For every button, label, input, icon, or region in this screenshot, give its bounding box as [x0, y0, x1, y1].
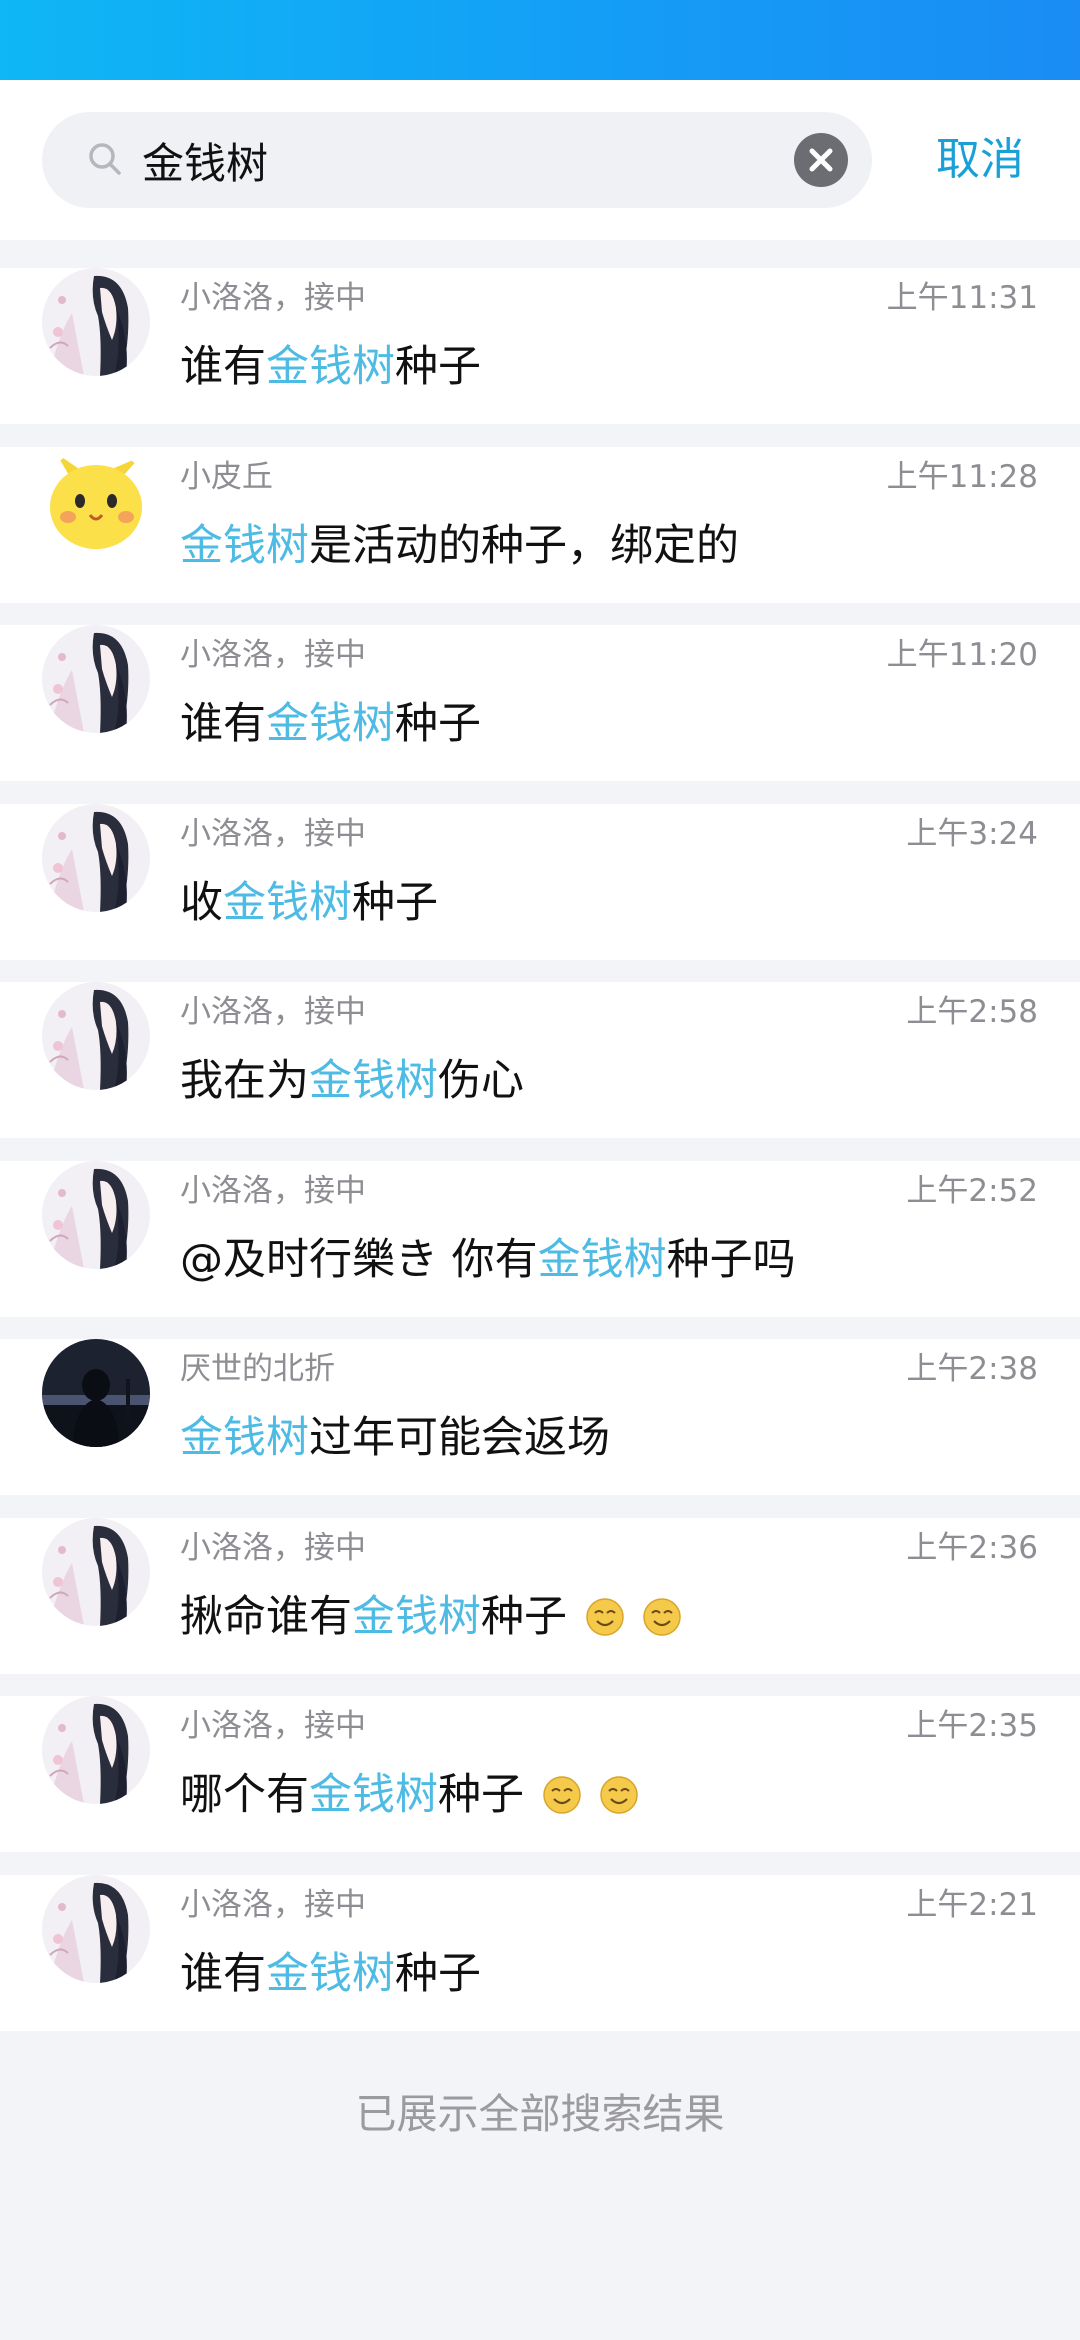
smile-emoji-icon — [585, 1597, 624, 1636]
sender-name: 小洛洛，接中 — [180, 994, 366, 1030]
sender-name: 小皮丘 — [180, 458, 273, 495]
message-text: 金钱树过年可能会返场 — [180, 1403, 610, 1465]
message-time: 上午11:28 — [886, 458, 1038, 495]
keyword-highlight: 金钱树 — [352, 1591, 481, 1642]
message-text-after-match: 种子 — [395, 1948, 481, 1999]
message-text-before-match: @及时行樂き 你有 — [180, 1234, 538, 1285]
search-result-item[interactable]: 小皮丘 上午11:28 金钱树是活动的种子，绑定的 — [0, 446, 1080, 603]
sender-name: 小洛洛，接中 — [180, 1529, 366, 1566]
smile-emoji-icon — [542, 1776, 581, 1814]
search-result-item[interactable]: 小洛洛，接中 上午2:21 谁有金钱树种子 — [0, 1874, 1080, 2031]
search-result-item[interactable]: 小洛洛，接中 上午3:24 收金钱树种子 — [0, 803, 1080, 960]
sender-name: 小洛洛，接中 — [180, 1172, 366, 1209]
message-text-after-match: 过年可能会返场 — [309, 1413, 610, 1463]
sender-name: 小洛洛，接中 — [180, 1708, 366, 1744]
search-result-item[interactable]: 小洛洛，接中 上午2:35 哪个有金钱树种子 — [0, 1696, 1080, 1852]
message-time: 上午2:35 — [906, 1708, 1038, 1744]
anime-girl-avatar[interactable] — [42, 625, 150, 733]
search-result-item[interactable]: 小洛洛，接中 上午2:52 @及时行樂き 你有金钱树种子吗 — [0, 1160, 1080, 1317]
sender-name: 小洛洛，接中 — [180, 637, 366, 673]
message-text-before-match: 哪个有 — [180, 1770, 309, 1820]
message-text-after-match: 种子 — [438, 1770, 524, 1820]
smile-emoji-icon — [643, 1597, 682, 1636]
sender-name: 小洛洛，接中 — [180, 815, 366, 852]
sender-name: 厌世的北折 — [180, 1351, 335, 1387]
message-time: 上午2:58 — [906, 994, 1038, 1030]
message-text: 谁有金钱树种子 — [180, 689, 481, 751]
message-text-after-match: 伤心 — [438, 1056, 524, 1106]
message-text: 哪个有金钱树种子 — [180, 1760, 639, 1822]
message-time: 上午2:52 — [906, 1172, 1038, 1209]
dark-silhouette-avatar[interactable] — [42, 1339, 150, 1447]
search-result-item[interactable]: 小洛洛，接中 上午11:20 谁有金钱树种子 — [0, 625, 1080, 781]
smile-emoji-icon — [600, 1776, 639, 1814]
search-result-item[interactable]: 厌世的北折 上午2:38 金钱树过年可能会返场 — [0, 1339, 1080, 1495]
anime-girl-avatar[interactable] — [42, 1517, 150, 1626]
keyword-highlight: 金钱树 — [537, 1234, 667, 1285]
message-text-after-match: 种子吗 — [666, 1234, 796, 1285]
keyword-highlight: 金钱树 — [223, 877, 352, 928]
message-text: 谁有金钱树种子 — [180, 332, 481, 394]
message-text: @及时行樂き 你有金钱树种子吗 — [180, 1225, 796, 1287]
message-text-after-match: 种子 — [395, 699, 481, 749]
end-of-results-text: 已展示全部搜索结果 — [355, 2090, 725, 2138]
anime-girl-avatar[interactable] — [42, 1696, 150, 1804]
search-result-item[interactable]: 小洛洛，接中 上午2:58 我在为金钱树伤心 — [0, 982, 1080, 1138]
message-time: 上午11:20 — [886, 637, 1038, 673]
search-result-item[interactable]: 小洛洛，接中 上午11:31 谁有金钱树种子 — [0, 268, 1080, 424]
sender-name: 小洛洛，接中 — [180, 1886, 366, 1923]
message-text-after-match: 种子 — [395, 342, 481, 392]
sender-name: 小洛洛，接中 — [180, 280, 366, 316]
message-time: 上午2:36 — [906, 1529, 1038, 1566]
anime-girl-avatar[interactable] — [42, 982, 150, 1090]
search-icon — [89, 143, 121, 175]
message-time: 上午3:24 — [906, 815, 1038, 852]
cancel-button[interactable]: 取消 — [900, 112, 1060, 208]
anime-girl-avatar[interactable] — [42, 803, 150, 912]
keyword-highlight: 金钱树 — [309, 1056, 438, 1106]
message-text: 揪命谁有金钱树种子 — [180, 1582, 682, 1644]
message-text-after-match: 是活动的种子，绑定的 — [309, 520, 739, 571]
message-text-after-match: 种子 — [481, 1591, 567, 1642]
message-text: 收金钱树种子 — [180, 868, 438, 930]
anime-girl-avatar[interactable] — [42, 1874, 150, 1983]
message-time: 上午2:38 — [906, 1351, 1038, 1387]
message-time: 上午2:21 — [906, 1886, 1038, 1923]
anime-girl-avatar[interactable] — [42, 268, 150, 376]
keyword-highlight: 金钱树 — [180, 520, 309, 571]
search-result-item[interactable]: 小洛洛，接中 上午2:36 揪命谁有金钱树种子 — [0, 1517, 1080, 1674]
message-text-before-match: 谁有 — [180, 699, 266, 749]
search-input[interactable] — [142, 112, 822, 208]
keyword-highlight: 金钱树 — [266, 342, 395, 392]
message-text-before-match: 谁有 — [180, 1948, 266, 1999]
pichu-avatar[interactable] — [42, 446, 150, 555]
keyword-highlight: 金钱树 — [309, 1770, 438, 1820]
message-text-before-match: 收 — [180, 877, 223, 928]
keyword-highlight: 金钱树 — [266, 699, 395, 749]
message-text: 金钱树是活动的种子，绑定的 — [180, 511, 739, 573]
message-text: 谁有金钱树种子 — [180, 1939, 481, 2001]
message-text: 我在为金钱树伤心 — [180, 1046, 524, 1108]
message-text-before-match: 揪命谁有 — [180, 1591, 352, 1642]
message-time: 上午11:31 — [886, 280, 1038, 316]
search-box[interactable] — [42, 112, 872, 208]
keyword-highlight: 金钱树 — [266, 1948, 395, 1999]
message-text-before-match: 我在为 — [180, 1056, 309, 1106]
status-bar — [0, 0, 1080, 80]
message-text-after-match: 种子 — [352, 877, 438, 928]
clear-icon[interactable] — [794, 133, 848, 187]
search-header: 取消 — [0, 80, 1080, 240]
message-text-before-match: 谁有 — [180, 342, 266, 392]
keyword-highlight: 金钱树 — [180, 1413, 309, 1463]
anime-girl-avatar[interactable] — [42, 1160, 150, 1269]
